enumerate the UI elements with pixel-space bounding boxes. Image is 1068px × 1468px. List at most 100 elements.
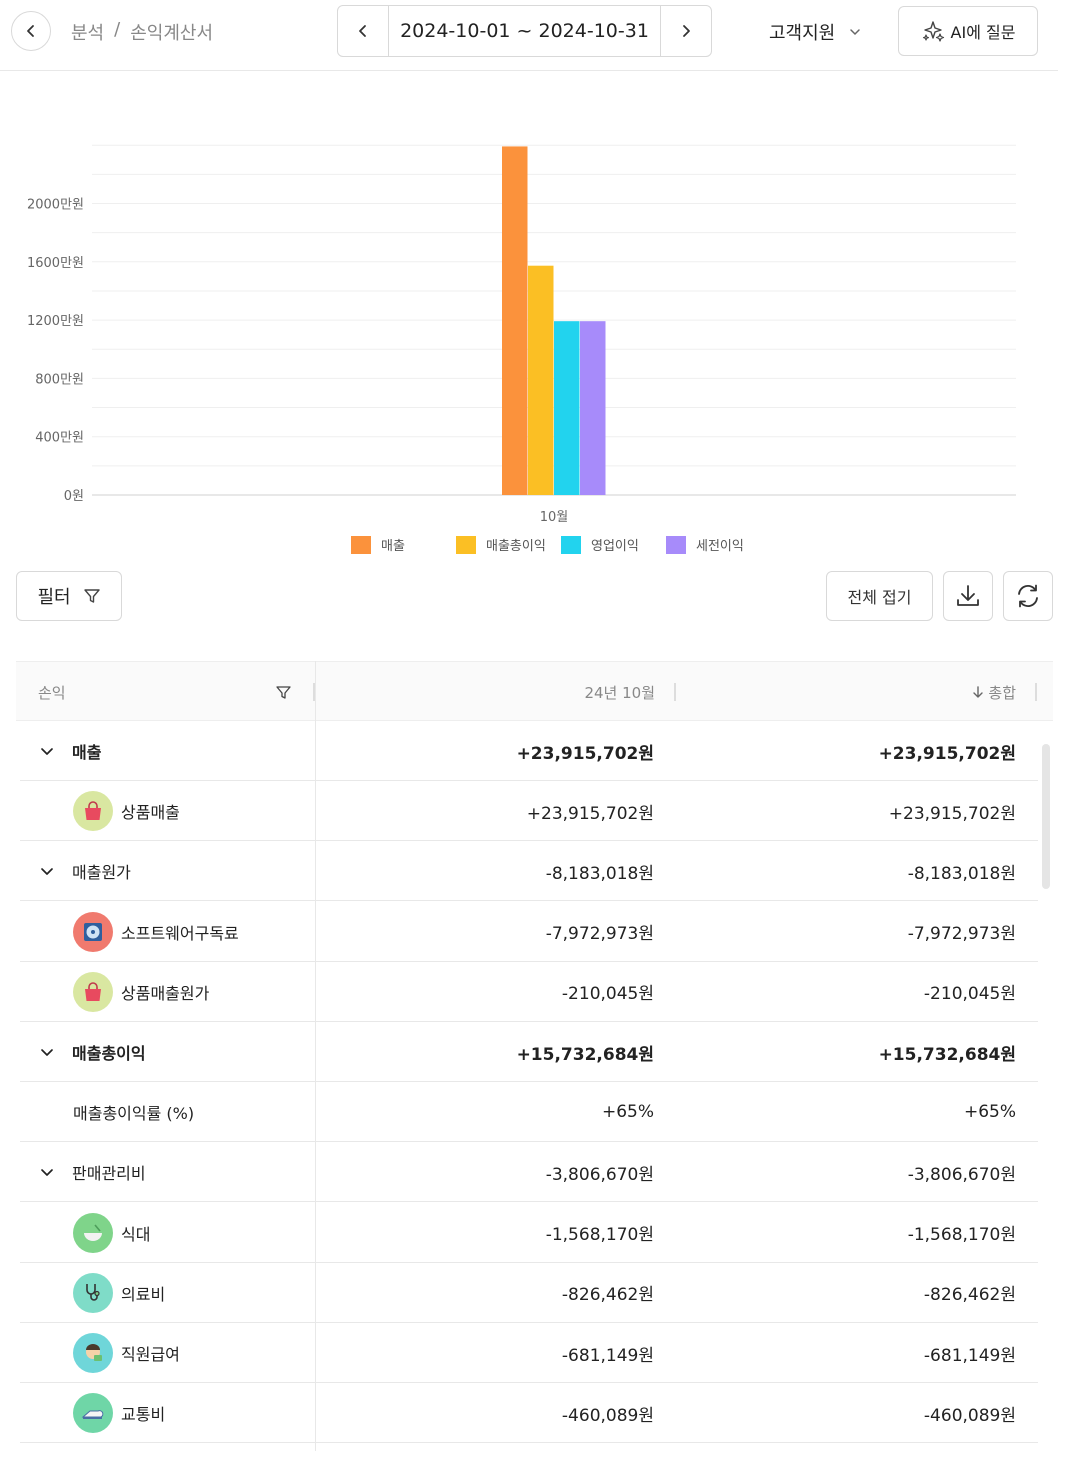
row-label-text: 의료비: [121, 1284, 166, 1304]
download-icon: [957, 585, 979, 606]
total-value: -7,972,973원: [907, 924, 1016, 945]
date-range-navigator: 2024-10-01 ~ 2024-10-31: [337, 5, 712, 57]
legend-item[interactable]: 매출총이익: [456, 535, 546, 554]
legend-label: 세전이익: [696, 539, 744, 554]
bar-매출: [502, 146, 528, 495]
table-row[interactable]: 소프트웨어구독료 -7,972,973원 -7,972,973원: [20, 902, 1038, 962]
row-label: 매출원가: [20, 841, 131, 901]
legend-label: 매출: [381, 539, 405, 554]
sparkle-icon: [922, 21, 944, 42]
arrow-down-icon: [973, 686, 984, 698]
shopping-bag-icon: [85, 801, 101, 821]
table-row[interactable]: 직원급여 -681,149원 -681,149원: [20, 1323, 1038, 1383]
top-bar: 분석 / 손익계산서 2024-10-01 ~ 2024-10-31 고객지원 …: [0, 0, 1058, 71]
category-avatar: [73, 1272, 113, 1313]
table-row[interactable]: 매출 +23,915,702원 +23,915,702원: [20, 721, 1038, 781]
shopping-bag-icon: [85, 982, 101, 1001]
table-scrollbar[interactable]: [1042, 744, 1050, 889]
header-period-label: 24년 10월: [584, 683, 655, 702]
y-tick-label: 800만원: [35, 372, 84, 387]
total-value: -3,806,670원: [907, 1164, 1016, 1185]
period-value: -826,462원: [561, 1285, 654, 1306]
filter-label: 필터: [37, 587, 71, 608]
expand-toggle[interactable]: [40, 1045, 56, 1059]
breadcrumb-current: 손익계산서: [130, 23, 214, 44]
table-row[interactable]: 매출총이익 +15,732,684원 +15,732,684원: [20, 1022, 1038, 1082]
total-value: +23,915,702원: [878, 743, 1016, 764]
table-row[interactable]: 식대 -1,568,170원 -1,568,170원: [20, 1203, 1038, 1263]
header-separator[interactable]: [674, 683, 676, 701]
period-value: +23,915,702원: [526, 803, 654, 824]
row-label-text: 교통비: [121, 1405, 166, 1425]
refresh-button[interactable]: [1003, 571, 1053, 621]
legend-label: 영업이익: [591, 539, 639, 554]
chevron-down-icon: [41, 1169, 53, 1177]
filter-button[interactable]: 필터: [16, 571, 122, 621]
legend-item[interactable]: 세전이익: [666, 535, 744, 554]
column-filter-icon[interactable]: [276, 685, 291, 700]
header-period[interactable]: 24년 10월: [584, 662, 655, 722]
legend-swatch: [666, 535, 686, 554]
table-row[interactable]: 상품매출 +23,915,702원 +23,915,702원: [20, 781, 1038, 842]
pnl-bar-chart: 0원 400만원 800만원 1200만원 1600만원 2000만원 10월: [0, 72, 1058, 562]
header-account-label: 손익: [38, 683, 66, 702]
y-tick-label: 2000만원: [27, 198, 84, 213]
period-value: +15,732,684원: [516, 1044, 654, 1065]
download-button[interactable]: [943, 571, 993, 621]
chevron-down-icon: [41, 1049, 53, 1056]
ask-ai-button[interactable]: AI에 질문: [898, 6, 1038, 56]
legend-item[interactable]: 영업이익: [561, 535, 639, 554]
table-row[interactable]: 교통비 -460,089원 -460,089원: [20, 1383, 1038, 1444]
breadcrumb-analysis[interactable]: 분석: [71, 19, 104, 45]
table-row[interactable]: 의료비 -826,462원 -826,462원: [20, 1263, 1038, 1323]
legend-label: 매출총이익: [486, 539, 546, 554]
department-select[interactable]: 고객지원: [769, 19, 861, 45]
chevron-left-icon: [359, 25, 366, 37]
total-value: -681,149원: [923, 1345, 1016, 1366]
period-value: -681,149원: [561, 1345, 654, 1366]
period-value: -460,089원: [561, 1405, 654, 1426]
category-avatar: [73, 1212, 113, 1253]
row-label-text: 소프트웨어구독료: [121, 923, 239, 943]
category-avatar: [73, 1333, 113, 1373]
table-row[interactable]: 매출총이익률 (%) +65% +65%: [20, 1082, 1038, 1143]
row-label-text: 매출원가: [72, 863, 131, 883]
row-label-text: 매출: [72, 743, 102, 762]
y-tick-label: 1600만원: [27, 256, 84, 271]
bar-영업이익: [554, 321, 580, 495]
period-value: -7,972,973원: [545, 924, 654, 945]
row-label-text: 상품매출: [121, 803, 180, 823]
row-label: 교통비: [20, 1383, 165, 1443]
row-label-text: 매출총이익: [72, 1044, 146, 1063]
row-label: 판매관리비: [20, 1142, 146, 1202]
table-header: 손익 24년 10월 총합: [16, 661, 1053, 721]
table-row[interactable]: 매출원가 -8,183,018원 -8,183,018원: [20, 841, 1038, 902]
bar-세전이익: [580, 321, 606, 495]
table-row[interactable]: 상품매출원가 -210,045원 -210,045원: [20, 962, 1038, 1022]
next-period-button[interactable]: [660, 6, 711, 56]
row-label: 매출총이익: [20, 1022, 146, 1082]
chevron-down-icon: [41, 868, 53, 876]
period-value: -8,183,018원: [545, 863, 654, 884]
total-value: -8,183,018원: [907, 863, 1016, 884]
row-label-text: 직원급여: [121, 1345, 180, 1364]
total-value: +15,732,684원: [878, 1044, 1016, 1065]
table-row[interactable]: 판매관리비 -3,806,670원 -3,806,670원: [20, 1142, 1038, 1203]
header-separator[interactable]: [1035, 683, 1037, 701]
prev-period-button[interactable]: [338, 6, 389, 56]
legend-swatch: [351, 535, 371, 554]
refresh-icon: [1018, 584, 1038, 608]
legend-item[interactable]: 매출: [351, 535, 405, 554]
collapse-all-button[interactable]: 전체 접기: [826, 571, 933, 621]
expand-toggle[interactable]: [40, 744, 56, 758]
header-total[interactable]: 총합: [971, 662, 1016, 722]
date-range-display[interactable]: 2024-10-01 ~ 2024-10-31: [389, 6, 660, 56]
expand-toggle[interactable]: [40, 864, 56, 878]
period-value: -3,806,670원: [545, 1164, 654, 1185]
category-avatar: [73, 911, 113, 952]
employee-salary-icon: [86, 1344, 102, 1361]
expand-toggle[interactable]: [40, 1165, 56, 1179]
back-button[interactable]: [11, 11, 51, 51]
meal-bowl-icon: [84, 1224, 102, 1241]
row-label: 매출: [20, 721, 101, 781]
